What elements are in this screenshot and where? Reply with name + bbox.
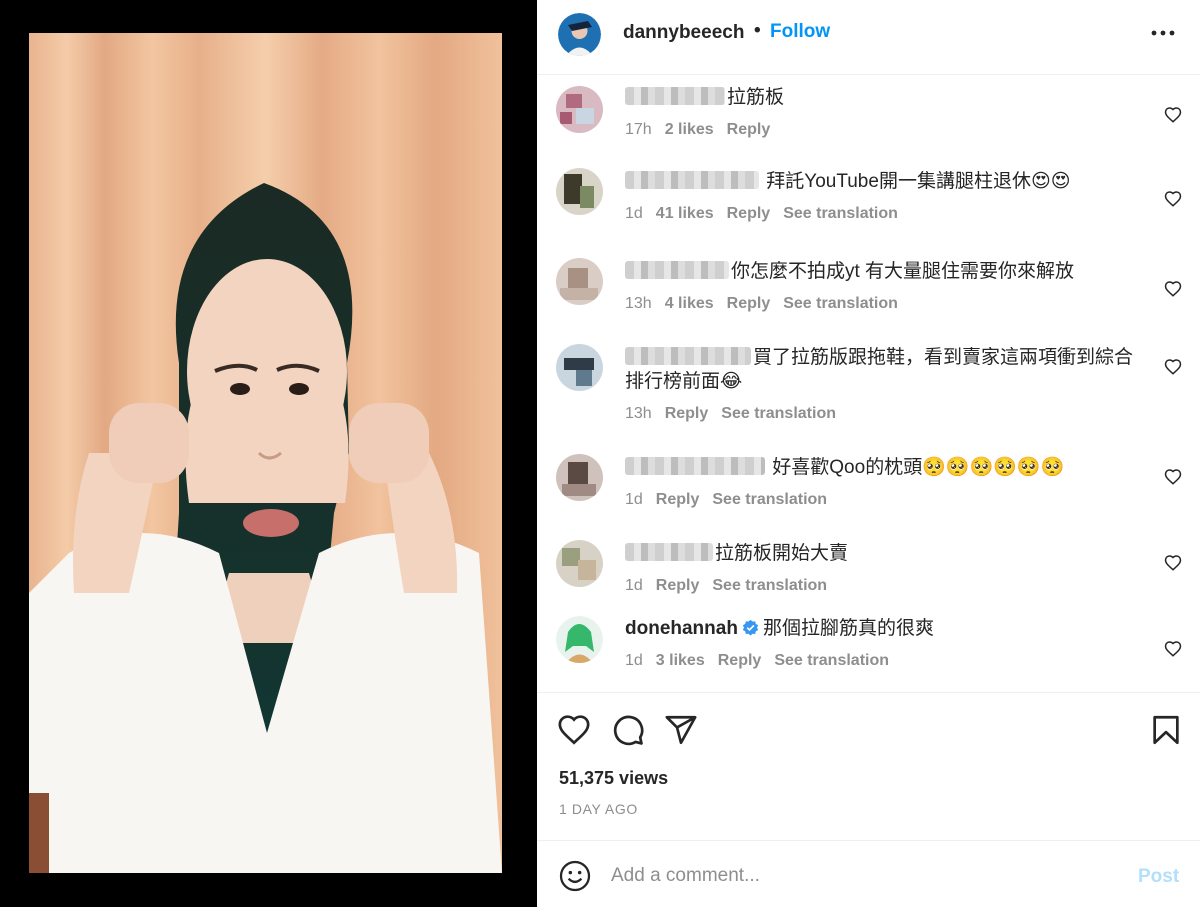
comment-text: 買了拉筋版跟拖鞋，看到賣家這兩項衝到綜合排行榜前面😂 <box>625 347 1134 392</box>
blurred-username[interactable] <box>625 171 759 189</box>
video-frame <box>29 33 502 873</box>
commenter-avatar[interactable] <box>556 168 603 215</box>
reply-button[interactable]: Reply <box>727 121 771 138</box>
verified-icon <box>742 619 759 636</box>
blurred-username[interactable] <box>625 543 713 561</box>
comment-composer: Post <box>537 840 1200 907</box>
author-avatar[interactable] <box>558 13 601 56</box>
heart-icon[interactable] <box>557 713 591 747</box>
comment-text: 拉筋板 <box>625 86 1145 110</box>
comment-meta: 17h 2 likes Reply <box>625 121 783 139</box>
post-button[interactable]: Post <box>1138 866 1179 888</box>
commenter-avatar[interactable] <box>556 540 603 587</box>
comment-time: 1d <box>625 652 643 669</box>
comment-text: donehannah 那個拉腳筋真的很爽 <box>625 618 934 639</box>
heart-icon[interactable] <box>1164 106 1182 124</box>
comment-time: 1d <box>625 205 643 222</box>
comment-text: 你怎麼不拍成yt 有大量腿住需要你來解放 <box>625 260 1145 284</box>
blurred-username[interactable] <box>625 261 729 279</box>
commenter-avatar[interactable] <box>556 344 603 391</box>
separator-dot: • <box>754 20 761 41</box>
see-translation-button[interactable]: See translation <box>774 652 889 669</box>
comment-item: 好喜歡Qoo的枕頭🥺🥺🥺🥺🥺🥺 1d Reply See translation <box>537 454 1200 534</box>
heart-icon[interactable] <box>1164 468 1182 486</box>
see-translation-button[interactable]: See translation <box>783 205 898 222</box>
post-header: dannybeeech • Follow <box>537 0 1200 75</box>
reply-button[interactable]: Reply <box>656 491 700 508</box>
post-panel: dannybeeech • Follow 拉筋板 17h 2 likes Reply… <box>537 0 1200 907</box>
author-username[interactable]: dannybeeech <box>623 22 744 44</box>
heart-icon[interactable] <box>1164 640 1182 658</box>
comment-time: 1d <box>625 577 643 594</box>
more-icon[interactable] <box>1148 22 1178 44</box>
comment-meta: 1d 3 likes Reply See translation <box>625 652 902 670</box>
comment-text: 拜託YouTube開一集講腿柱退休😍😍 <box>625 170 1145 194</box>
see-translation-button[interactable]: See translation <box>721 405 836 422</box>
post-actions: 51,375 views 1 DAY AGO <box>537 692 1200 840</box>
reply-button[interactable]: Reply <box>656 577 700 594</box>
comment-meta: 1d 41 likes Reply See translation <box>625 205 911 223</box>
reply-button[interactable]: Reply <box>727 205 771 222</box>
comment-meta: 1d Reply See translation <box>625 491 840 509</box>
commenter-avatar[interactable] <box>556 616 603 663</box>
see-translation-button[interactable]: See translation <box>712 577 827 594</box>
view-count: 51,375 views <box>559 768 669 788</box>
comment-item: donehannah 那個拉腳筋真的很爽 1d 3 likes Reply See tr… <box>537 616 1200 692</box>
comment-item: 拉筋板開始大賣 1d Reply See translation <box>537 540 1200 620</box>
comment-item: 買了拉筋版跟拖鞋，看到賣家這兩項衝到綜合排行榜前面😂 13h Reply See t… <box>537 344 1200 444</box>
comment-meta: 1d Reply See translation <box>625 577 840 595</box>
see-translation-button[interactable]: See translation <box>712 491 827 508</box>
comment-time: 13h <box>625 295 652 312</box>
reply-button[interactable]: Reply <box>718 652 762 669</box>
heart-icon[interactable] <box>1164 358 1182 376</box>
comment-item: 拉筋板 17h 2 likes Reply <box>537 84 1200 164</box>
comment-likes[interactable]: 3 likes <box>656 652 705 669</box>
reply-button[interactable]: Reply <box>665 405 709 422</box>
commenter-avatar[interactable] <box>556 454 603 501</box>
heart-icon[interactable] <box>1164 190 1182 208</box>
reel-video[interactable] <box>29 33 502 873</box>
comment-item: 你怎麼不拍成yt 有大量腿住需要你來解放 13h 4 likes Reply See … <box>537 258 1200 338</box>
comment-likes[interactable]: 41 likes <box>656 205 714 222</box>
blurred-username[interactable] <box>625 87 725 105</box>
commenter-username[interactable]: donehannah <box>625 618 738 639</box>
blurred-username[interactable] <box>625 347 751 365</box>
heart-icon[interactable] <box>1164 280 1182 298</box>
media-panel <box>0 0 537 907</box>
smiley-icon[interactable] <box>559 860 591 892</box>
post-date[interactable]: 1 DAY AGO <box>559 801 638 817</box>
share-icon[interactable] <box>664 713 698 747</box>
comment-meta: 13h 4 likes Reply See translation <box>625 295 911 313</box>
comment-list[interactable]: 拉筋板 17h 2 likes Reply 拜託YouTube開一集講腿柱退休😍😍 … <box>537 76 1200 692</box>
comment-icon[interactable] <box>611 713 645 747</box>
comment-time: 13h <box>625 405 652 422</box>
comment-text: 拉筋板開始大賣 <box>625 542 1145 566</box>
follow-button[interactable]: Follow <box>770 21 830 43</box>
comment-time: 17h <box>625 121 652 138</box>
comment-likes[interactable]: 2 likes <box>665 121 714 138</box>
comment-item: 拜託YouTube開一集講腿柱退休😍😍 1d 41 likes Reply See t… <box>537 168 1200 248</box>
comment-meta: 13h Reply See translation <box>625 405 849 423</box>
blurred-username[interactable] <box>625 457 765 475</box>
comment-input[interactable] <box>611 861 1111 891</box>
comment-text: 好喜歡Qoo的枕頭🥺🥺🥺🥺🥺🥺 <box>625 456 1145 480</box>
see-translation-button[interactable]: See translation <box>783 295 898 312</box>
comment-likes[interactable]: 4 likes <box>665 295 714 312</box>
commenter-avatar[interactable] <box>556 258 603 305</box>
bookmark-icon[interactable] <box>1149 713 1183 747</box>
comment-time: 1d <box>625 491 643 508</box>
commenter-avatar[interactable] <box>556 86 603 133</box>
heart-icon[interactable] <box>1164 554 1182 572</box>
reply-button[interactable]: Reply <box>727 295 771 312</box>
